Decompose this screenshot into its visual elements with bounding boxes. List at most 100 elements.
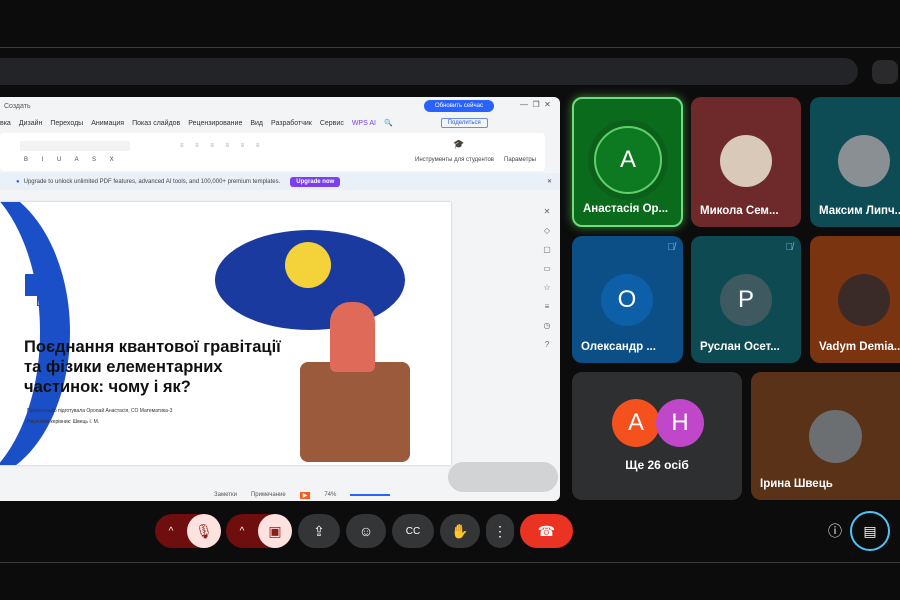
right-sidebar-tools[interactable]: ✕ ◇ ▢ ▭ ☆ ≡ ◷? xyxy=(536,197,558,487)
upgrade-banner: ● Upgrade to unlock unlimited PDF featur… xyxy=(0,173,560,190)
menu-item-wps-ai[interactable]: WPS AI xyxy=(352,120,376,127)
avatar xyxy=(838,274,890,326)
emoji-icon: ☺ xyxy=(358,523,374,539)
mic-off-icon: 🎙̸ xyxy=(667,242,676,253)
params-button[interactable]: Параметры xyxy=(504,157,536,163)
update-button[interactable]: Обновить сейчас xyxy=(424,100,494,112)
format-buttons[interactable]: B I U A S X xyxy=(24,157,120,163)
ribbon: B I U A S X ≡ ≡ ≡ ≡ ≡ ≡ 🎓 Инструменты дл… xyxy=(0,133,545,171)
more-participants-label: Ще 26 осіб xyxy=(625,458,689,472)
menu-item[interactable]: вка xyxy=(0,120,11,127)
participant-name: Vadym Demia... xyxy=(819,341,900,353)
slide-title-line: та фізики елементарних xyxy=(24,358,223,376)
zoom-slider[interactable] xyxy=(350,494,391,496)
hang-up-icon: ☎ xyxy=(537,522,556,539)
menu-item[interactable]: Разработчик xyxy=(271,120,312,127)
raise-hand-button[interactable]: ✋ xyxy=(440,514,480,548)
chat-button[interactable]: ▤ xyxy=(850,511,890,551)
slide-illustration-books xyxy=(300,362,410,462)
font-select[interactable] xyxy=(20,141,130,151)
participant-tile[interactable]: 🎙̸ Р Руслан Осет... xyxy=(691,236,801,363)
avatar: Р xyxy=(720,274,772,326)
participant-tile[interactable]: Микола Сем... xyxy=(691,97,801,227)
mic-off-icon: 🎙̸ xyxy=(785,242,794,253)
info-button[interactable]: ⓘ xyxy=(822,514,848,548)
participant-name: Ірина Швець xyxy=(760,478,833,490)
zoom-level[interactable]: 74% xyxy=(324,492,336,498)
slide-illustration-girl xyxy=(330,302,375,372)
participant-name: Руслан Осет... xyxy=(700,341,780,353)
participant-name: Микола Сем... xyxy=(700,205,779,217)
menu-item[interactable]: Показ слайдов xyxy=(132,120,180,127)
participant-tile[interactable]: 🎙̸ О Олександр ... xyxy=(572,236,683,363)
avatar: Н xyxy=(656,399,704,447)
camera-control[interactable]: ^ ▣ xyxy=(226,514,292,548)
menu-item[interactable]: Вид xyxy=(250,120,263,127)
slide-title-line: частинок: чому і як? xyxy=(24,378,191,396)
chat-icon: ▤ xyxy=(863,522,877,539)
more-vert-icon: ⋮ xyxy=(493,522,507,539)
notes-button[interactable]: Заметки xyxy=(214,492,237,498)
avatar xyxy=(809,410,862,463)
more-options-button[interactable]: ⋮ xyxy=(486,514,514,548)
present-screen-icon: ⇪ xyxy=(313,522,325,539)
slide: Поєднання квантової гравітації та фізики… xyxy=(0,202,451,465)
participant-name: Олександр ... xyxy=(581,341,656,353)
slide-title-line: Поєднання квантової гравітації xyxy=(24,338,281,356)
close-icon[interactable]: ✕ xyxy=(547,178,552,185)
menu-item[interactable]: Переходы xyxy=(50,120,83,127)
participant-name: Максим Липч... xyxy=(819,205,900,217)
participants-avatars[interactable] xyxy=(872,60,898,84)
comment-button[interactable]: Примечание xyxy=(251,492,286,498)
share-button[interactable]: Поделиться xyxy=(440,118,488,128)
captions-button[interactable]: CC xyxy=(392,514,434,548)
status-bar: Заметки Примечание ▶ 74% xyxy=(0,489,560,501)
mic-off-icon[interactable]: 🎙 xyxy=(187,514,221,548)
avatar: А xyxy=(594,126,662,194)
window-controls[interactable]: — ❐ ✕ xyxy=(520,100,551,109)
avatar xyxy=(720,135,772,187)
slide-illustration-moon xyxy=(285,242,331,288)
graduation-cap-icon: 🎓 xyxy=(453,139,465,149)
play-icon[interactable]: ▶ xyxy=(299,491,311,499)
slide-author: Презентацію підготувала Оропай Анастасія… xyxy=(27,408,173,414)
info-icon: ⓘ xyxy=(828,523,842,539)
participant-tile[interactable]: Vadym Demia... xyxy=(810,236,900,363)
leave-call-button[interactable]: ☎ xyxy=(520,514,573,548)
participant-tile[interactable]: А Анастасія Ор... xyxy=(572,97,683,227)
chevron-up-icon[interactable]: ^ xyxy=(226,526,258,537)
menu-item[interactable]: Сервис xyxy=(320,120,344,127)
hand-icon: ✋ xyxy=(451,522,469,539)
menu-item[interactable]: Анимация xyxy=(91,120,124,127)
slide-title: Поєднання квантової гравітації та фізики… xyxy=(24,337,281,397)
window-title: Создать xyxy=(4,102,31,110)
avatar xyxy=(838,135,890,187)
shared-screen: Создать Обновить сейчас — ❐ ✕ вка Дизайн… xyxy=(0,97,560,501)
paragraph-buttons[interactable]: ≡ ≡ ≡ ≡ ≡ ≡ xyxy=(180,143,264,149)
participant-tile[interactable]: Максим Липч... xyxy=(810,97,900,227)
present-button[interactable]: ⇪ xyxy=(298,514,340,548)
upgrade-button[interactable]: Upgrade now xyxy=(290,176,341,187)
chevron-up-icon[interactable]: ^ xyxy=(155,526,187,537)
mic-control[interactable]: ^ 🎙 xyxy=(155,514,221,548)
participant-tile[interactable]: Ірина Швець xyxy=(751,372,900,500)
slide-square-outline xyxy=(37,280,63,306)
info-icon: ● xyxy=(16,178,20,185)
menu-item[interactable]: Дизайн xyxy=(19,120,43,127)
presentation-bar xyxy=(0,58,858,85)
students-tools-button[interactable]: Инструменты для студентов xyxy=(415,157,494,163)
search-icon[interactable]: 🔍 xyxy=(384,119,393,127)
more-participants-tile[interactable]: А Н Ще 26 осіб xyxy=(572,372,742,500)
menu-bar: вка Дизайн Переходы Анимация Показ слайд… xyxy=(0,115,560,131)
divider xyxy=(0,47,900,48)
avatar: А xyxy=(612,399,660,447)
avatar: О xyxy=(601,274,653,326)
menu-item[interactable]: Рецензирование xyxy=(188,120,242,127)
divider xyxy=(0,562,900,563)
participant-name: Анастасія Ор... xyxy=(583,203,669,215)
captions-icon: CC xyxy=(405,525,421,537)
slide-supervisor: Науковий керівник: Швець І. М. xyxy=(27,419,100,425)
camera-off-icon[interactable]: ▣ xyxy=(258,514,292,548)
emoji-button[interactable]: ☺ xyxy=(346,514,386,548)
banner-text: Upgrade to unlock unlimited PDF features… xyxy=(23,178,281,185)
